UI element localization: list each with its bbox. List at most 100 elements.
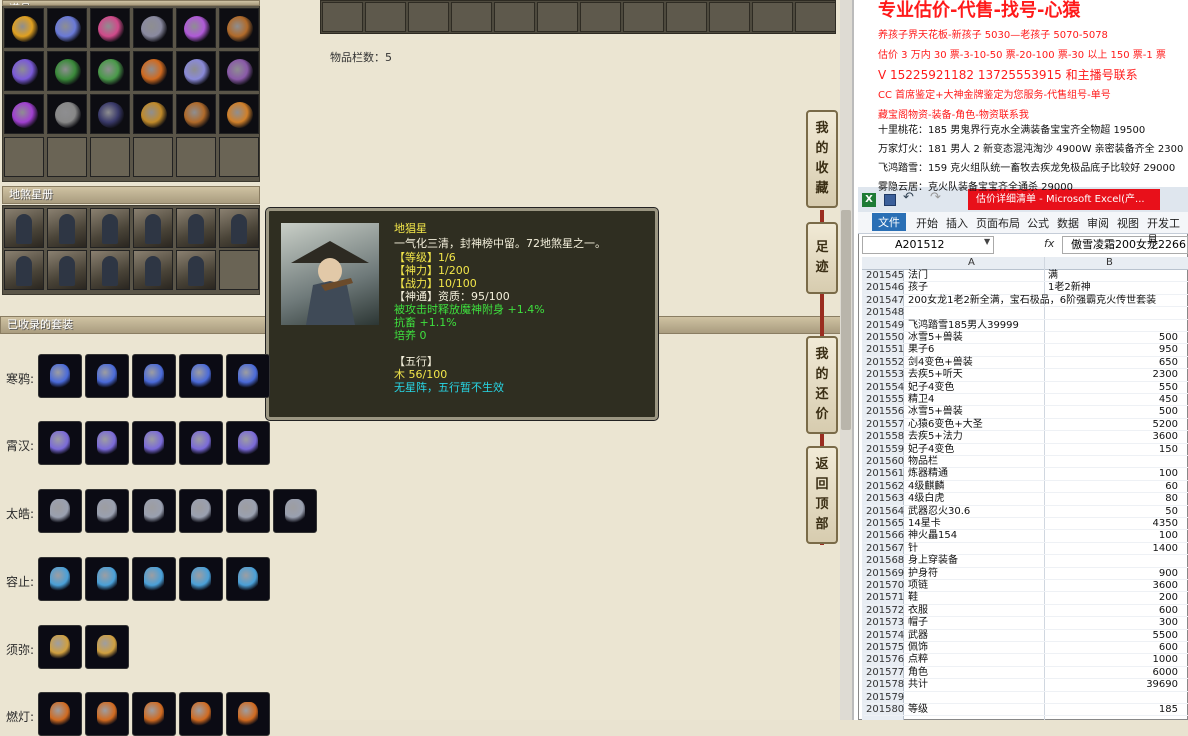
table-row[interactable]: 201567 针 1400 — [864, 543, 1188, 556]
row-number[interactable]: 201573 — [866, 617, 904, 629]
cell-b[interactable]: 100 — [1159, 468, 1178, 480]
name-box[interactable]: A201512 — [862, 236, 994, 254]
table-row[interactable]: 201574 武器 5500 — [864, 630, 1188, 642]
item-slot[interactable] — [219, 137, 259, 177]
scrollbar-thumb[interactable] — [841, 210, 851, 430]
ribbon-tab[interactable]: 数据 — [1057, 215, 1079, 231]
table-row[interactable]: 201557 心猿6变色+大圣 5200 — [864, 419, 1188, 432]
inventory-slot[interactable] — [494, 2, 535, 32]
row-number[interactable]: 201569 — [866, 568, 904, 580]
cell-a[interactable]: 武器忍火30.6 — [908, 506, 970, 518]
row-number[interactable]: 201559 — [866, 444, 904, 456]
cell-b[interactable]: 600 — [1159, 642, 1178, 654]
side-nav-button[interactable]: 我的收藏 — [806, 110, 838, 208]
row-number[interactable]: 201549 — [866, 320, 904, 332]
inventory-slot[interactable] — [322, 2, 363, 32]
side-nav-button[interactable]: 我的还价 — [806, 336, 838, 434]
cell-b[interactable]: 80 — [1165, 493, 1178, 505]
inventory-slot[interactable] — [537, 2, 578, 32]
table-row[interactable]: 201575 佩饰 600 — [864, 642, 1188, 655]
table-row[interactable]: 201558 去疾5+法力 3600 — [864, 431, 1188, 444]
cell-a[interactable]: 4级白虎 — [908, 493, 944, 505]
item-slot[interactable] — [90, 137, 130, 177]
save-icon[interactable] — [884, 194, 896, 206]
row-number[interactable]: 201562 — [866, 481, 904, 493]
table-row[interactable]: 201578 共计 39690 — [864, 679, 1188, 692]
table-row[interactable]: 201572 衣服 600 — [864, 605, 1188, 618]
row-number[interactable]: 201567 — [866, 543, 904, 555]
row-number[interactable]: 201580 — [866, 704, 904, 716]
table-row[interactable]: 201546 孩子 1老2新神 — [864, 282, 1188, 295]
row-number[interactable]: 201578 — [866, 679, 904, 691]
row-number[interactable]: 201548 — [866, 307, 904, 319]
table-row[interactable]: 201549 飞鸿踏雪185男人39999 — [864, 320, 1188, 332]
cell-b[interactable]: 600 — [1159, 605, 1178, 617]
ribbon-tab[interactable]: 开始 — [916, 215, 938, 231]
table-row[interactable]: 201569 护身符 900 — [864, 568, 1188, 580]
table-row[interactable]: 201547 200女龙1老2新全满，宝石极品，6阶强霸克火传世套装 — [864, 295, 1188, 308]
cell-b[interactable]: 满 — [1048, 270, 1058, 282]
table-row[interactable]: 201576 点粹 1000 — [864, 654, 1188, 667]
cell-a[interactable]: 佩饰 — [908, 642, 928, 654]
ribbon-tab[interactable]: 视图 — [1117, 215, 1139, 231]
inventory-slot[interactable] — [580, 2, 621, 32]
cell-a[interactable]: 物品栏 — [908, 456, 938, 468]
table-row[interactable]: 201568 身上穿装备 — [864, 555, 1188, 568]
row-number[interactable]: 201568 — [866, 555, 904, 567]
row-number[interactable]: 201574 — [866, 630, 904, 642]
inventory-slot[interactable] — [666, 2, 707, 32]
table-row[interactable]: 201571 鞋 200 — [864, 592, 1188, 605]
cell-a[interactable]: 孩子 — [908, 282, 928, 294]
cell-b[interactable]: 550 — [1159, 382, 1178, 394]
cell-b[interactable]: 185 — [1159, 704, 1178, 716]
ribbon-tab[interactable]: 插入 — [946, 215, 968, 231]
row-number[interactable]: 201561 — [866, 468, 904, 480]
cell-b[interactable]: 100 — [1159, 530, 1178, 542]
cell-a[interactable]: 共计 — [908, 679, 928, 691]
cell-a[interactable]: 妃子4变色 — [908, 382, 954, 394]
cell-b[interactable]: 4350 — [1153, 518, 1178, 530]
cell-a[interactable]: 精卫4 — [908, 394, 934, 406]
inventory-slot[interactable] — [752, 2, 793, 32]
cell-b[interactable]: 650 — [1159, 357, 1178, 369]
item-slot[interactable] — [4, 137, 44, 177]
ribbon-tab[interactable]: 文件 — [872, 213, 906, 231]
table-row[interactable]: 201560 物品栏 — [864, 456, 1188, 469]
cell-a[interactable]: 心猿6变色+大圣 — [908, 419, 983, 431]
table-row[interactable]: 201563 4级白虎 80 — [864, 493, 1188, 506]
cell-b[interactable]: 3600 — [1153, 580, 1178, 592]
inventory-slot[interactable] — [795, 2, 836, 32]
inventory-slot[interactable] — [623, 2, 664, 32]
ribbon-tab[interactable]: 开发工具 — [1147, 215, 1188, 247]
row-number[interactable]: 201556 — [866, 406, 904, 418]
table-row[interactable]: 201553 去疾5+听天 2300 — [864, 369, 1188, 382]
row-number[interactable]: 201552 — [866, 357, 904, 369]
item-slot[interactable] — [133, 137, 173, 177]
cell-a[interactable]: 针 — [908, 543, 918, 555]
table-row[interactable]: 201566 神火畾154 100 — [864, 530, 1188, 543]
table-row[interactable]: 201551 果子6 950 — [864, 344, 1188, 357]
cell-a[interactable]: 14星卡 — [908, 518, 941, 530]
table-row[interactable]: 201554 妃子4变色 550 — [864, 382, 1188, 394]
cell-b[interactable]: 1000 — [1153, 654, 1178, 666]
side-nav-button[interactable]: 足迹 — [806, 222, 838, 294]
cell-b[interactable]: 5500 — [1153, 630, 1178, 642]
cell-a[interactable]: 神火畾154 — [908, 530, 957, 542]
cell-b[interactable]: 50 — [1165, 506, 1178, 518]
ribbon-tab[interactable]: 页面布局 — [976, 215, 1020, 231]
row-number[interactable]: 201546 — [866, 282, 904, 294]
row-number[interactable]: 201570 — [866, 580, 904, 592]
table-row[interactable]: 201561 炼器精通 100 — [864, 468, 1188, 481]
table-row[interactable]: 201550 冰雪5+兽装 500 — [864, 332, 1188, 345]
table-row[interactable]: 201555 精卫4 450 — [864, 394, 1188, 407]
row-number[interactable]: 201555 — [866, 394, 904, 406]
cell-a[interactable]: 等级 — [908, 704, 928, 716]
cell-a[interactable]: 去疾5+法力 — [908, 431, 963, 443]
row-number[interactable]: 201553 — [866, 369, 904, 381]
row-number[interactable]: 201579 — [866, 692, 904, 704]
table-row[interactable]: 201577 角色 6000 — [864, 667, 1188, 680]
row-number[interactable]: 201560 — [866, 456, 904, 468]
inventory-slot[interactable] — [408, 2, 449, 32]
cell-a[interactable]: 鞋 — [908, 592, 918, 604]
row-number[interactable]: 201557 — [866, 419, 904, 431]
